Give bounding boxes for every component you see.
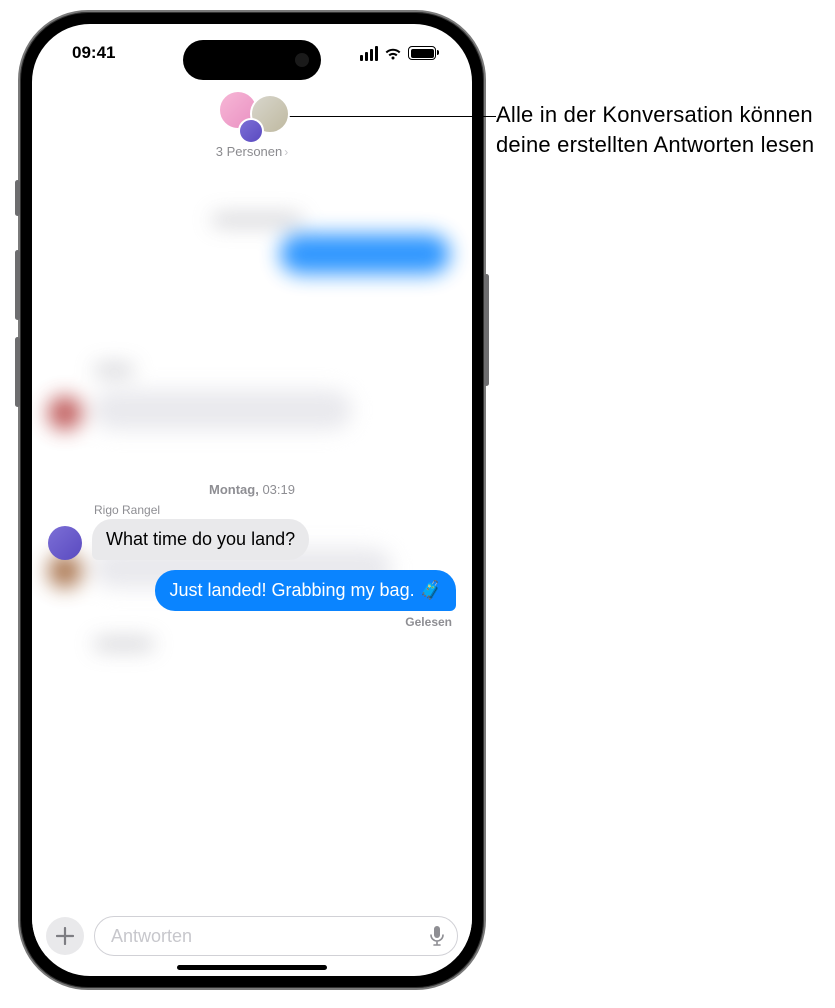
incoming-message-row: What time do you land?: [32, 519, 472, 560]
timestamp-divider: Montag, 03:19: [32, 482, 472, 497]
volume-up-button: [15, 250, 20, 320]
visible-messages: Montag, 03:19 Rigo Rangel What time do y…: [32, 474, 472, 629]
home-indicator[interactable]: [177, 965, 327, 970]
dictation-icon[interactable]: [429, 925, 445, 947]
group-avatar-cluster: [214, 86, 290, 144]
outgoing-bubble[interactable]: Just landed! Grabbing my bag. 🧳: [155, 570, 456, 611]
sender-avatar[interactable]: [48, 526, 82, 560]
timestamp-time: 03:19: [262, 482, 295, 497]
incoming-bubble[interactable]: What time do you land?: [92, 519, 309, 560]
add-attachment-button[interactable]: [46, 917, 84, 955]
mute-switch: [15, 180, 20, 216]
status-indicators: [360, 46, 437, 61]
outgoing-message-row: Just landed! Grabbing my bag. 🧳: [32, 570, 472, 611]
timestamp-day: Montag,: [209, 482, 259, 497]
read-receipt: Gelesen: [32, 615, 472, 629]
chevron-right-icon: ›: [284, 145, 288, 159]
incoming-sender-label: Rigo Rangel: [94, 503, 472, 517]
conversation-header[interactable]: 3 Personen ›: [32, 86, 472, 159]
power-button: [484, 274, 489, 386]
dynamic-island: [183, 40, 321, 80]
group-title[interactable]: 3 Personen ›: [216, 144, 289, 159]
callout-text: Alle in der Konversation können deine er…: [496, 100, 826, 159]
message-input-bar: Antworten: [32, 908, 472, 956]
conversation-scroll[interactable]: Montag, 03:19 Rigo Rangel What time do y…: [32, 24, 472, 976]
message-placeholder: Antworten: [111, 926, 192, 947]
wifi-icon: [384, 46, 402, 60]
group-label: 3 Personen: [216, 144, 283, 159]
cellular-icon: [360, 46, 379, 61]
screen: 09:41 3 Personen ›: [32, 24, 472, 976]
volume-down-button: [15, 337, 20, 407]
participant-avatar-3: [238, 118, 264, 144]
iphone-frame: 09:41 3 Personen ›: [18, 10, 486, 990]
battery-icon: [408, 46, 436, 60]
message-text-field[interactable]: Antworten: [94, 916, 458, 956]
plus-icon: [56, 927, 74, 945]
status-time: 09:41: [72, 43, 115, 63]
